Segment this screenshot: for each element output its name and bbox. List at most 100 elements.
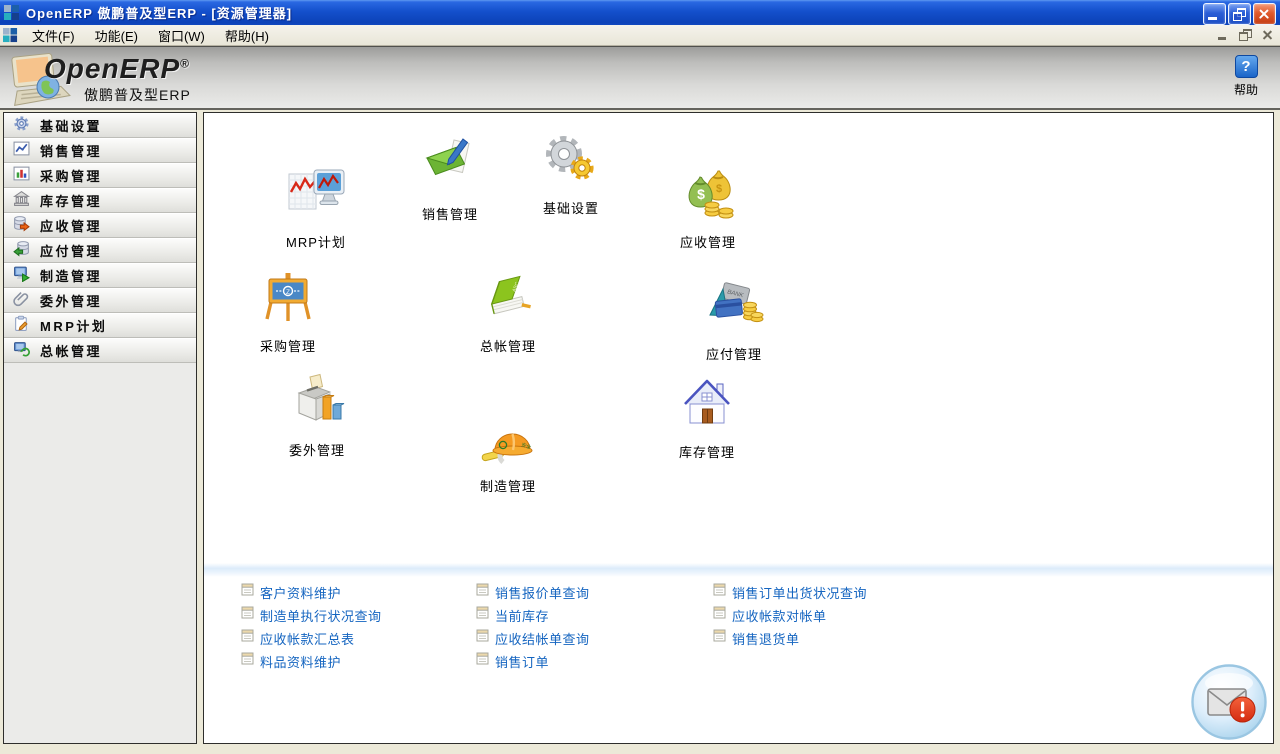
link-ar-settlement-query[interactable]: 应收结帐单查询 <box>476 630 590 646</box>
close-button[interactable] <box>1253 3 1276 25</box>
sidebar-item-manufacturing[interactable]: 制造管理 <box>4 263 196 288</box>
tile-label: 基础设置 <box>543 198 599 217</box>
main-panel: MRP计划 销售管理 基础设置 <box>203 112 1274 744</box>
link-sales-return[interactable]: 销售退货单 <box>713 630 800 646</box>
restore-button[interactable] <box>1228 3 1251 25</box>
module-sidebar: 基础设置 销售管理 采购管理 库存管理 应收管理 应付管理 制造管理 <box>3 112 197 744</box>
warehouse-icon <box>675 371 739 440</box>
sidebar-item-label: 委外管理 <box>40 291 102 310</box>
tile-mrp[interactable]: MRP计划 <box>256 161 376 251</box>
easel-board-icon: Z <box>256 265 320 334</box>
sidebar-item-payable[interactable]: 应付管理 <box>4 238 196 263</box>
document-icon <box>713 606 726 624</box>
bank-cards-icon: BANK <box>702 273 766 342</box>
chart-monitor-icon <box>284 161 348 230</box>
tile-payable[interactable]: BANK 应付管理 <box>674 273 794 363</box>
sidebar-item-sales[interactable]: 销售管理 <box>4 138 196 163</box>
document-icon <box>476 629 489 647</box>
tile-manufacturing[interactable]: 安全 制造管理 <box>448 405 568 495</box>
tile-label: 库存管理 <box>679 442 735 461</box>
sidebar-item-general-ledger[interactable]: 总帐管理 <box>4 338 196 363</box>
link-customer-data[interactable]: 客户资料维护 <box>241 584 341 600</box>
tile-outsourcing[interactable]: 委外管理 <box>257 369 377 459</box>
link-quote-query[interactable]: 销售报价单查询 <box>476 584 590 600</box>
tile-inventory[interactable]: 库存管理 <box>647 371 767 461</box>
menu-window[interactable]: 窗口(W) <box>148 24 215 47</box>
minimize-icon <box>1208 17 1217 20</box>
tile-label: 采购管理 <box>260 336 316 355</box>
help-label: 帮助 <box>1224 81 1268 98</box>
link-ar-statement[interactable]: 应收帐款对帐单 <box>713 607 827 623</box>
link-ar-summary[interactable]: 应收帐款汇总表 <box>241 630 355 646</box>
document-icon <box>476 583 489 601</box>
mail-alert-icon <box>1190 728 1268 745</box>
child-close-button[interactable] <box>1260 28 1275 42</box>
hard-hat-icon: 安全 <box>476 405 540 474</box>
sidebar-item-purchase[interactable]: 采购管理 <box>4 163 196 188</box>
clipboard-pencil-icon <box>13 315 30 337</box>
tile-sales[interactable]: 销售管理 <box>390 133 510 223</box>
monitor-arrow-icon <box>13 265 30 287</box>
app-window: OpenERP 傲鹏普及型ERP - [资源管理器] 文件(F) 功能(E) 窗… <box>0 0 1280 754</box>
tile-label: 制造管理 <box>480 476 536 495</box>
document-icon <box>713 629 726 647</box>
ledger-book-icon: ABC <box>476 265 540 334</box>
database-arrow-right-icon <box>13 215 30 237</box>
tile-label: 委外管理 <box>289 440 345 459</box>
tile-base-settings[interactable]: 基础设置 <box>511 127 631 217</box>
database-arrow-left-icon <box>13 240 30 262</box>
document-icon <box>241 606 254 624</box>
gear-icon <box>13 115 30 137</box>
money-bags-icon: $ $ <box>676 161 740 230</box>
banner-help-button[interactable]: ? 帮助 <box>1224 55 1268 98</box>
tile-purchase[interactable]: Z 采购管理 <box>228 265 348 355</box>
monitor-sync-icon <box>13 340 30 362</box>
tile-label: 总帐管理 <box>480 336 536 355</box>
tile-general-ledger[interactable]: ABC 总帐管理 <box>448 265 568 355</box>
sidebar-item-label: 应收管理 <box>40 216 102 235</box>
mdi-child-icon[interactable] <box>3 28 18 43</box>
svg-text:$: $ <box>716 183 722 195</box>
sidebar-item-label: 应付管理 <box>40 241 102 260</box>
sidebar-item-label: 基础设置 <box>40 116 102 135</box>
paperclip-icon <box>13 290 30 312</box>
bank-icon <box>13 190 30 212</box>
document-icon <box>476 606 489 624</box>
mail-notification-button[interactable] <box>1190 663 1268 741</box>
minimize-button[interactable] <box>1203 3 1226 25</box>
sidebar-item-label: MRP计划 <box>40 316 107 335</box>
menu-file[interactable]: 文件(F) <box>22 24 85 47</box>
sidebar-item-label: 总帐管理 <box>40 341 102 360</box>
line-chart-icon <box>13 140 30 162</box>
link-current-stock[interactable]: 当前库存 <box>476 607 549 623</box>
tile-receivable[interactable]: $ $ 应收管理 <box>648 161 768 251</box>
sidebar-item-receivable[interactable]: 应收管理 <box>4 213 196 238</box>
link-item-data[interactable]: 料品资料维护 <box>241 653 341 669</box>
link-mo-status-query[interactable]: 制造单执行状况查询 <box>241 607 382 623</box>
tile-label: 应付管理 <box>706 344 762 363</box>
link-sales-order[interactable]: 销售订单 <box>476 653 549 669</box>
document-icon <box>241 652 254 670</box>
sidebar-item-mrp[interactable]: MRP计划 <box>4 313 196 338</box>
link-so-shipment-query[interactable]: 销售订单出货状况查询 <box>713 584 867 600</box>
svg-text:Z: Z <box>286 289 290 296</box>
document-icon <box>241 583 254 601</box>
app-grid-icon[interactable] <box>4 5 20 21</box>
child-minimize-button[interactable] <box>1216 28 1231 42</box>
menu-bar: 文件(F) 功能(E) 窗口(W) 帮助(H) <box>0 25 1280 46</box>
menu-function[interactable]: 功能(E) <box>85 24 148 47</box>
document-icon <box>476 652 489 670</box>
sidebar-item-base-settings[interactable]: 基础设置 <box>4 113 196 138</box>
bar-chart-icon <box>13 165 30 187</box>
sidebar-item-label: 库存管理 <box>40 191 102 210</box>
menu-help[interactable]: 帮助(H) <box>215 24 279 47</box>
document-icon <box>713 583 726 601</box>
window-title: OpenERP 傲鹏普及型ERP - [资源管理器] <box>26 3 292 22</box>
sidebar-item-inventory[interactable]: 库存管理 <box>4 188 196 213</box>
document-icon <box>241 629 254 647</box>
brand-wordmark: OpenERP® <box>44 53 190 85</box>
brand-subtitle: 傲鹏普及型ERP <box>84 85 191 105</box>
sidebar-item-outsourcing[interactable]: 委外管理 <box>4 288 196 313</box>
minimize-icon <box>1218 37 1226 40</box>
child-restore-button[interactable] <box>1238 28 1253 42</box>
